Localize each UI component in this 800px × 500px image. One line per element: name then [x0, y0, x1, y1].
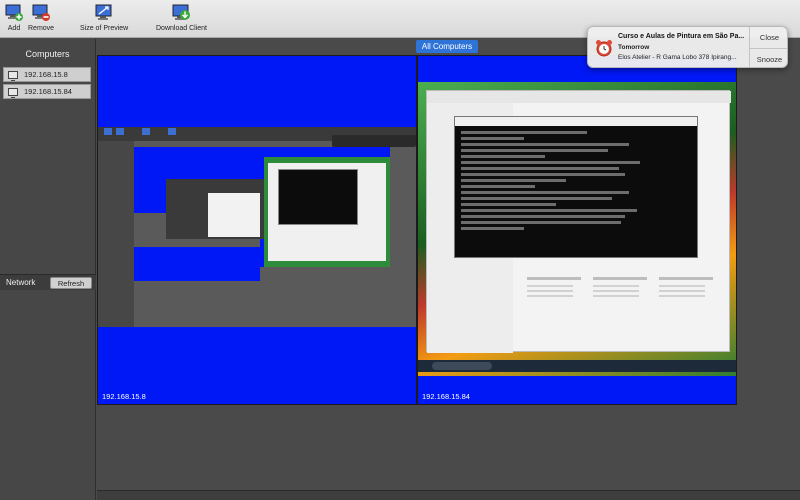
- notification-subtitle: Tomorrow: [618, 44, 650, 51]
- notification-text: Curso e Aulas de Pintura em São Pa... To…: [618, 32, 748, 63]
- snooze-button[interactable]: Snooze: [750, 48, 787, 67]
- remove-label: Remove: [28, 25, 55, 32]
- remove-button[interactable]: Remove: [28, 2, 54, 38]
- computer-item-label: 192.168.15.84: [24, 87, 72, 96]
- add-label: Add: [7, 25, 21, 32]
- remote-screen-preview: [418, 82, 736, 376]
- calendar-notification[interactable]: Curso e Aulas de Pintura em São Pa... To…: [587, 26, 788, 68]
- computers-header: Computers: [25, 49, 70, 59]
- computer-item-2[interactable]: 192.168.15.84: [3, 84, 91, 99]
- network-bar: Network Refresh: [0, 274, 96, 290]
- alarm-clock-icon: [594, 38, 614, 58]
- settings-cards: [527, 275, 727, 315]
- mini-preview-panel: [134, 247, 260, 281]
- network-label: Network: [6, 278, 36, 287]
- monitor-icon: [8, 70, 18, 81]
- command-prompt-window: [454, 116, 698, 258]
- size-of-preview-button[interactable]: Size of Preview: [80, 2, 128, 38]
- computer-preview-1[interactable]: 192.168.15.8: [97, 55, 417, 405]
- computer-preview-2[interactable]: 192.168.15.84: [417, 55, 737, 405]
- add-computer-icon: [4, 2, 24, 22]
- windows-taskbar: [418, 360, 736, 372]
- refresh-button[interactable]: Refresh: [50, 277, 92, 289]
- command-output: [461, 131, 671, 233]
- horizontal-scrollbar[interactable]: [97, 490, 800, 500]
- add-button[interactable]: Add: [4, 2, 24, 38]
- download-client-label: Download Client: [156, 25, 207, 32]
- preview-area: All Computers 192.168.15.8 192.168.15.84: [97, 39, 800, 500]
- mini-terminal: [278, 169, 358, 225]
- taskbar-search: [432, 362, 492, 370]
- command-prompt-titlebar: [455, 117, 697, 126]
- download-icon: [171, 2, 191, 22]
- mini-nested-window: [208, 193, 260, 237]
- monitor-icon: [8, 87, 18, 98]
- computers-sidebar: Computers 192.168.15.8 192.168.15.84 Net…: [0, 39, 96, 500]
- notification-title: Curso e Aulas de Pintura em São Pa...: [618, 33, 745, 40]
- notification-actions: Close Snooze: [749, 27, 787, 67]
- settings-titlebar: [427, 91, 731, 103]
- mini-sidebar: [98, 141, 134, 327]
- remote-screen-preview: [98, 127, 416, 327]
- mini-notification: [332, 135, 416, 147]
- resize-preview-icon: [94, 2, 114, 22]
- close-button[interactable]: Close: [750, 27, 787, 48]
- download-client-button[interactable]: Download Client: [156, 2, 207, 38]
- app-window: Add Remove Size of Preview Download Clie…: [0, 0, 800, 500]
- computer-item-1[interactable]: 192.168.15.8: [3, 67, 91, 82]
- computer-item-label: 192.168.15.8: [24, 70, 68, 79]
- notification-body: Elos Atelier - R Gama Lobo 378 Ipirang..…: [618, 54, 737, 61]
- computer-ip-label: 192.168.15.84: [422, 392, 470, 401]
- size-of-preview-label: Size of Preview: [80, 25, 129, 32]
- computer-ip-label: 192.168.15.8: [102, 392, 146, 401]
- tab-all-computers[interactable]: All Computers: [416, 40, 478, 53]
- remove-computer-icon: [31, 2, 51, 22]
